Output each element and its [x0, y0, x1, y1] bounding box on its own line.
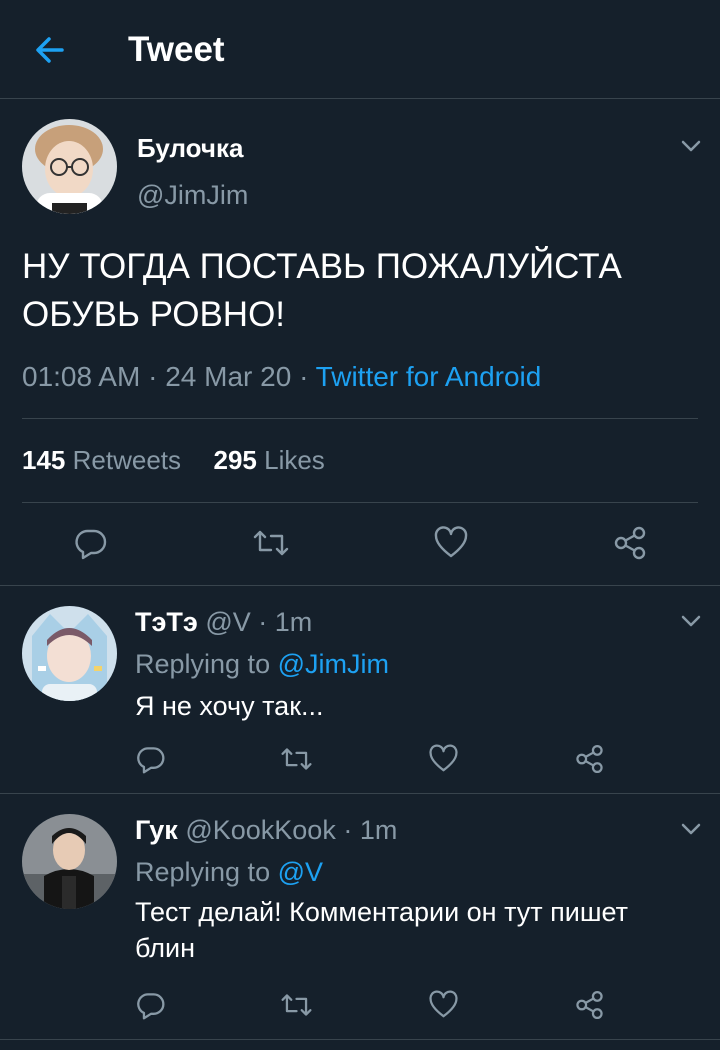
retweets-count: 145: [22, 445, 66, 475]
reply-header: Гук @KookKook · 1m: [135, 814, 397, 846]
likes-stat[interactable]: 295 Likes: [213, 445, 324, 475]
tweet-text: НУ ТОГДА ПОСТАВЬ ПОЖАЛУЙСТА ОБУВЬ РОВНО!: [22, 247, 622, 334]
replying-to: Replying to @V: [135, 856, 323, 888]
like-heart-icon[interactable]: [428, 744, 459, 779]
tweet-date: 24 Mar 20: [165, 361, 292, 392]
main-tweet: Булочка @JimJim НУ ТОГДА ПОСТАВЬ ПОЖАЛУЙ…: [0, 99, 720, 586]
replying-label: Replying to: [135, 857, 271, 887]
share-icon[interactable]: [574, 990, 605, 1025]
display-name[interactable]: ТэТэ: [135, 607, 198, 637]
retweet-icon[interactable]: [280, 744, 313, 779]
avatar[interactable]: [22, 119, 117, 214]
handle[interactable]: @V: [205, 607, 250, 637]
back-arrow-icon[interactable]: [30, 30, 70, 70]
avatar[interactable]: [22, 606, 117, 701]
chevron-down-icon[interactable]: [678, 133, 704, 159]
tweet-meta: 01:08 AM · 24 Mar 20 · Twitter for Andro…: [22, 361, 541, 393]
reply-icon[interactable]: [74, 526, 108, 565]
reply-tweet[interactable]: Гук @KookKook · 1m Replying to @V Тест д…: [0, 794, 720, 1040]
reply-header: ТэТэ @V · 1m: [135, 606, 312, 638]
reply-tweet[interactable]: ТэТэ @V · 1m Replying to @JimJim Я не хо…: [0, 586, 720, 794]
retweet-icon[interactable]: [280, 990, 313, 1025]
retweets-stat[interactable]: 145 Retweets: [22, 445, 181, 475]
top-bar: Tweet: [0, 0, 720, 99]
replying-to: Replying to @JimJim: [135, 648, 389, 680]
meta-separator: ·: [148, 361, 166, 392]
reply-text: Я не хочу так...: [135, 691, 324, 721]
like-heart-icon[interactable]: [428, 990, 459, 1025]
display-name[interactable]: Гук: [135, 815, 178, 845]
display-name[interactable]: Булочка: [137, 133, 243, 163]
tweet-source-link[interactable]: Twitter for Android: [316, 361, 542, 392]
handle[interactable]: @JimJim: [137, 179, 248, 211]
likes-label: Likes: [264, 445, 325, 475]
like-heart-icon[interactable]: [433, 526, 469, 565]
reply-time: 1m: [359, 815, 398, 845]
tweet-time: 01:08 AM: [22, 361, 141, 392]
retweets-label: Retweets: [72, 445, 182, 475]
meta-separator: ·: [299, 361, 316, 392]
handle[interactable]: @KookKook: [185, 815, 336, 845]
tweet-stats: 145 Retweets 295 Likes: [22, 445, 325, 475]
chevron-down-icon[interactable]: [678, 816, 704, 842]
meta-separator: ·: [343, 815, 360, 845]
meta-separator: ·: [258, 607, 275, 637]
replying-label: Replying to: [135, 649, 271, 679]
replying-to-handle-link[interactable]: @JimJim: [278, 649, 389, 679]
page-title: Tweet: [128, 30, 225, 69]
chevron-down-icon[interactable]: [678, 608, 704, 634]
share-icon[interactable]: [574, 744, 605, 779]
retweet-icon[interactable]: [252, 526, 290, 565]
divider: [22, 418, 698, 419]
reply-text: Тест делай! Комментарии он тут пишет бли…: [135, 897, 628, 963]
reply-icon[interactable]: [136, 744, 166, 779]
reply-icon[interactable]: [136, 990, 166, 1025]
replying-to-handle-link[interactable]: @V: [278, 857, 323, 887]
likes-count: 295: [213, 445, 257, 475]
share-icon[interactable]: [612, 526, 648, 565]
reply-time: 1m: [274, 607, 313, 637]
avatar[interactable]: [22, 814, 117, 909]
divider: [22, 502, 698, 503]
